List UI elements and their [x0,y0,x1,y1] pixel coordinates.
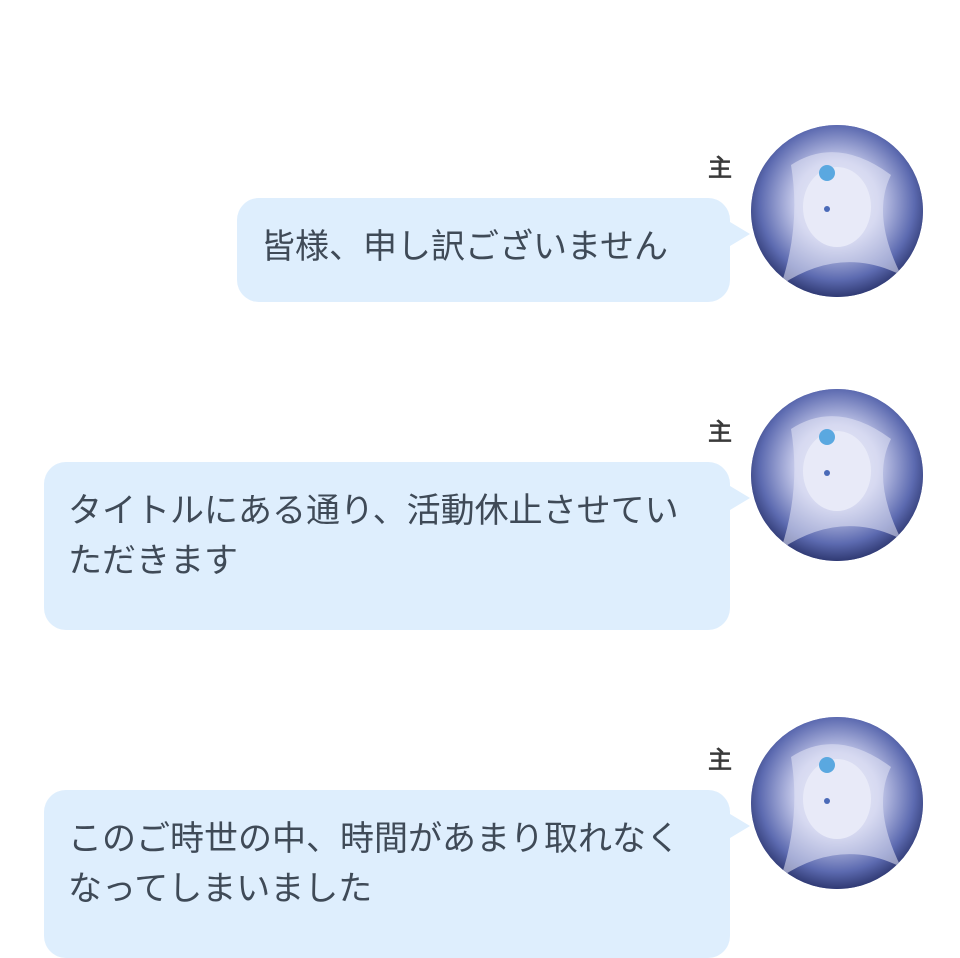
speaker-name: 主 [708,746,732,774]
chat-thread: 主 皆様、申し訳ございません 主 タイトルにある通り、活動休止させていただきます… [0,0,960,958]
message-bubble: このご時世の中、時間があまり取れなくなってしまいました [44,790,730,958]
character-avatar[interactable] [751,717,923,889]
message-text: このご時世の中、時間があまり取れなくなってしまいました [68,819,680,909]
chat-message: 主 このご時世の中、時間があまり取れなくなってしまいました [0,0,960,958]
bubble-tail [730,814,750,838]
